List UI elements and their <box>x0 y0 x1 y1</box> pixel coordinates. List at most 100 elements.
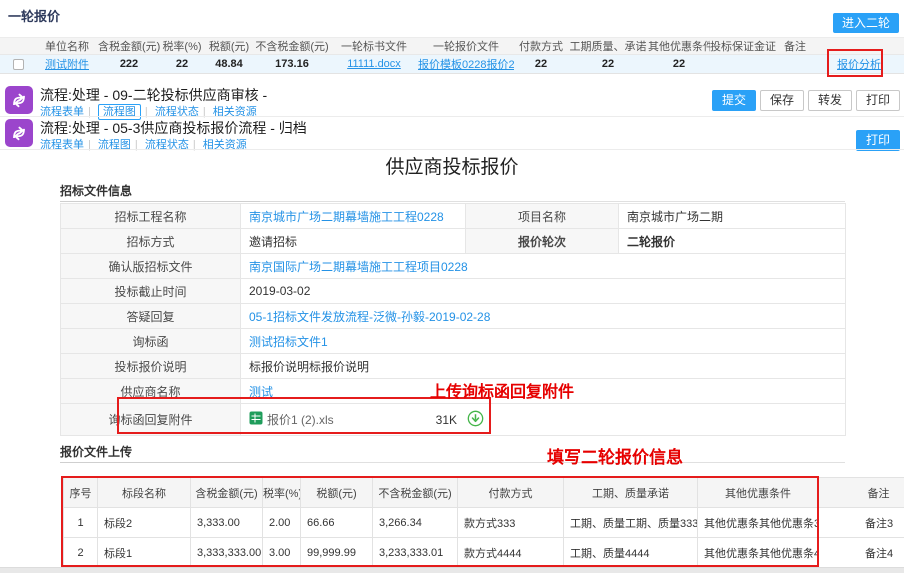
cell-section-name: 标段1 <box>98 538 191 568</box>
header-tax-amount: 税额(元) <box>301 478 373 508</box>
cell-other: 22 <box>648 55 710 74</box>
cell-tax-excluded: 3,266.34 <box>373 508 458 538</box>
cell-quality-commitment: 工期、质量4444 <box>564 538 698 568</box>
save-button[interactable]: 保存 <box>760 90 804 111</box>
cell-quality-commitment: 工期、质量工期、质量3333 <box>564 508 698 538</box>
attachment-filename[interactable]: 报价1 (2).xls <box>267 411 436 428</box>
cell-section-name: 标段2 <box>98 508 191 538</box>
unit-name-link[interactable]: 测试附件 <box>45 59 89 71</box>
round1-data-row: 测试附件 222 22 48.84 173.16 11111.docx 报价模板… <box>0 55 904 74</box>
cell-tax-rate: 3.00 <box>263 538 301 568</box>
header-quality: 工期质量、承诺 <box>568 38 648 55</box>
workflow2-title: 流程:处理 - 05-3供应商投标报价流程 - 归档 <box>40 118 307 138</box>
header-unit-name: 单位名称 <box>36 38 98 55</box>
header-other-benefits: 其他优惠条件 <box>698 478 819 508</box>
header-index: 序号 <box>64 478 98 508</box>
cell-other-benefits: 其他优惠条其他优惠条44 <box>698 538 819 568</box>
cell-index: 1 <box>64 508 98 538</box>
deadline-label: 投标截止时间 <box>61 279 241 304</box>
cell-quality: 22 <box>568 55 648 74</box>
cell-tax-included: 3,333.00 <box>191 508 263 538</box>
confirm-doc-label: 确认版招标文件 <box>61 254 241 279</box>
quote-round-value: 二轮报价 <box>619 229 846 254</box>
cell-tax-amount: 99,999.99 <box>301 538 373 568</box>
divider <box>0 149 904 150</box>
qa-reply-label: 答疑回复 <box>61 304 241 329</box>
bid-method-value: 邀请招标 <box>241 229 466 254</box>
qa-reply-link[interactable]: 05-1招标文件发放流程-泛微-孙毅-2019-02-28 <box>249 310 490 324</box>
inquiry-label: 询标函 <box>61 329 241 354</box>
workflow-block-2: 流程:处理 - 05-3供应商投标报价流程 - 归档 流程表单| 流程图| 流程… <box>0 117 904 149</box>
attach-label: 询标函回复附件 <box>61 404 241 436</box>
quote-header-row: 序号 标段名称 含税金额(元) 税率(%) 税额(元) 不含税金额(元) 付款方… <box>64 478 904 508</box>
forward-button[interactable]: 转发 <box>808 90 852 111</box>
quote-table: 序号 标段名称 含税金额(元) 税率(%) 税额(元) 不含税金额(元) 付款方… <box>63 477 904 568</box>
cell-remark: 备注4 <box>819 538 904 568</box>
project-name-label: 项目名称 <box>466 204 619 229</box>
cell-payment: 款方式333 <box>458 508 564 538</box>
deadline-value: 2019-03-02 <box>241 279 846 304</box>
header-tax-excluded: 不含税金额(元) <box>254 38 330 55</box>
header-tax-rate: 税率(%) <box>160 38 204 55</box>
print-button[interactable]: 打印 <box>856 130 900 151</box>
supplier-label: 供应商名称 <box>61 379 241 404</box>
header-remark: 备注 <box>776 38 814 55</box>
header-action <box>814 38 904 55</box>
submit-button[interactable]: 提交 <box>712 90 756 111</box>
bid-info-table: 招标工程名称 南京城市广场二期幕墙施工工程0228 项目名称 南京城市广场二期 … <box>60 203 846 436</box>
cell-payment: 款方式4444 <box>458 538 564 568</box>
cell-tax-excluded: 3,233,333.01 <box>373 538 458 568</box>
bid-project-link[interactable]: 南京城市广场二期幕墙施工工程0228 <box>249 210 444 224</box>
row-checkbox[interactable] <box>13 59 24 70</box>
enter-round2-button[interactable]: 进入二轮 <box>833 13 899 33</box>
header-tax-excluded: 不含税金额(元) <box>373 478 458 508</box>
cell-bond <box>710 55 776 74</box>
quote-desc-label: 投标报价说明 <box>61 354 241 379</box>
bid-file-link[interactable]: 11111.docx <box>347 58 401 70</box>
bottom-strip <box>0 567 904 573</box>
cell-other-benefits: 其他优惠条其他优惠条333 <box>698 508 819 538</box>
screen: 一轮报价 进入二轮 单位名称 含税金额(元) 税率(%) 税额(元) 不含税金额… <box>0 0 904 573</box>
header-bond: 投标保证金证... <box>710 38 776 55</box>
header-tax-amount: 税额(元) <box>204 38 254 55</box>
round1-header-row: 单位名称 含税金额(元) 税率(%) 税额(元) 不含税金额(元) 一轮标书文件… <box>0 38 904 55</box>
cell-tax-included: 222 <box>98 55 160 74</box>
cell-tax-amount: 48.84 <box>204 55 254 74</box>
workflow-block-1: 流程:处理 - 09-二轮投标供应商审核 - 流程表单| 流程图| 流程状态| … <box>0 84 904 117</box>
section-bid-doc-info: 招标文件信息 <box>60 181 845 202</box>
cell-index: 2 <box>64 538 98 568</box>
form-title: 供应商投标报价 <box>0 152 904 179</box>
excel-icon <box>249 411 263 428</box>
section-quote-upload: 报价文件上传 <box>60 442 845 463</box>
quote-analysis-link[interactable]: 报价分析 <box>837 59 881 71</box>
print-button[interactable]: 打印 <box>856 90 900 111</box>
header-bid-file: 一轮标书文件 <box>330 38 418 55</box>
header-quote-file: 一轮报价文件 <box>418 38 514 55</box>
header-remark: 备注 <box>819 478 904 508</box>
quote-round-label: 报价轮次 <box>466 229 619 254</box>
quote-row-1: 1 标段2 3,333.00 2.00 66.66 3,266.34 款方式33… <box>64 508 904 538</box>
header-tax-included: 含税金额(元) <box>98 38 160 55</box>
header-payment: 付款方式 <box>514 38 568 55</box>
cell-tax-included: 3,333,333.00 <box>191 538 263 568</box>
cell-tax-rate: 22 <box>160 55 204 74</box>
attachment-filesize: 31K <box>436 413 457 427</box>
inquiry-link[interactable]: 测试招标文件1 <box>249 335 328 349</box>
cell-tax-excluded: 173.16 <box>254 55 330 74</box>
bid-project-label: 招标工程名称 <box>61 204 241 229</box>
workflow-icon <box>5 119 33 147</box>
download-icon[interactable] <box>467 410 484 430</box>
supplier-link[interactable]: 测试 <box>249 385 273 399</box>
quote-desc-value: 标报价说明标报价说明 <box>241 354 846 379</box>
cell-tax-rate: 2.00 <box>263 508 301 538</box>
workflow1-title: 流程:处理 - 09-二轮投标供应商审核 - <box>40 85 267 105</box>
cell-tax-amount: 66.66 <box>301 508 373 538</box>
bid-method-label: 招标方式 <box>61 229 241 254</box>
header-other: 其他优惠条件 <box>648 38 710 55</box>
cell-remark: 备注3 <box>819 508 904 538</box>
confirm-doc-link[interactable]: 南京国际广场二期幕墙施工工程项目0228 <box>249 260 468 274</box>
bid-form: 招标文件信息 招标工程名称 南京城市广场二期幕墙施工工程0228 项目名称 南京… <box>60 181 845 463</box>
quote-file-link[interactable]: 报价模板0228报价2.xls <box>418 59 514 71</box>
header-quality-commitment: 工期、质量承诺 <box>564 478 698 508</box>
project-name-value: 南京城市广场二期 <box>619 204 846 229</box>
